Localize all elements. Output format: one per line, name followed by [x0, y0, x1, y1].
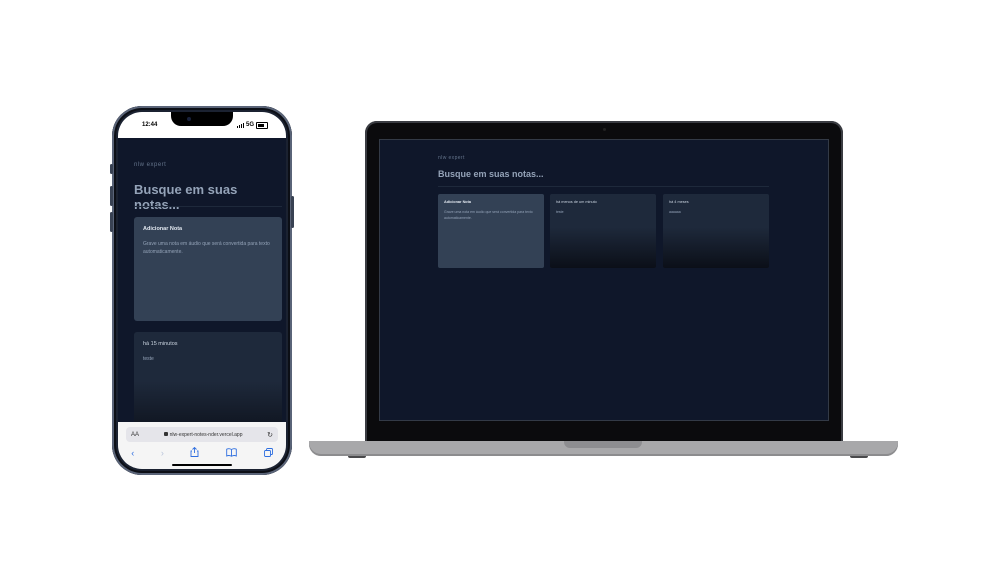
- note-card[interactable]: há menos de um minuto teste: [550, 194, 656, 268]
- battery-icon: [256, 121, 268, 129]
- phone-volume-down-button: [110, 212, 113, 232]
- back-icon[interactable]: ‹: [131, 448, 134, 458]
- phone-power-button: [291, 196, 294, 228]
- share-icon[interactable]: [190, 446, 199, 459]
- status-time: 12:44: [142, 122, 158, 128]
- url-value: nlw-expert-notes-nder.vercel.app: [169, 431, 243, 438]
- search-input[interactable]: Busque em suas notas...: [438, 169, 544, 179]
- camera: [602, 128, 606, 131]
- phone-side-button: [110, 164, 113, 174]
- laptop-base: [309, 441, 898, 456]
- note-date: há 15 minutos: [143, 341, 178, 347]
- dynamic-notch: [171, 112, 233, 126]
- reader-settings-button[interactable]: AA: [131, 432, 139, 438]
- lock-icon: [163, 431, 168, 436]
- safari-bar: AA nlw-expert-notes-nder.vercel.app ↻ ‹ …: [118, 422, 286, 469]
- note-content: teste: [143, 356, 154, 362]
- app-logo: nlw expert: [438, 155, 465, 161]
- add-note-title: Adicionar Nota: [444, 200, 472, 204]
- note-date: há menos de um minuto: [556, 200, 597, 204]
- divider: [134, 206, 282, 207]
- url-text: nlw-expert-notes-nder.vercel.app: [143, 431, 263, 438]
- home-indicator: [172, 464, 232, 466]
- forward-icon[interactable]: ›: [161, 448, 164, 458]
- laptop-foot: [850, 456, 868, 458]
- note-card[interactable]: há 15 minutos teste: [134, 332, 282, 422]
- bookmarks-icon[interactable]: [226, 447, 237, 459]
- network-label: 5G: [245, 122, 254, 128]
- note-content: aaaaaa: [669, 210, 681, 214]
- laptop-opening-notch: [564, 441, 642, 448]
- search-input[interactable]: Busque em suas notas...: [134, 182, 286, 212]
- phone-volume-up-button: [110, 186, 113, 206]
- tabs-icon[interactable]: [263, 447, 273, 459]
- divider: [438, 186, 769, 187]
- signal-icon: [236, 122, 244, 128]
- laptop-foot: [348, 456, 366, 458]
- add-note-description: Grave uma nota em áudio que será convert…: [143, 241, 270, 255]
- safari-toolbar: ‹ ›: [118, 446, 286, 460]
- note-date: há 4 meses: [669, 200, 689, 204]
- phone-mockup: 12:44 5G nlw expert Busque em suas notas…: [110, 106, 294, 475]
- phone-screen: 12:44 5G nlw expert Busque em suas notas…: [118, 112, 286, 469]
- app-logo: nlw expert: [134, 162, 167, 168]
- note-card[interactable]: há 4 meses aaaaaa: [663, 194, 769, 268]
- laptop-screen: nlw expert Busque em suas notas... Adici…: [380, 140, 828, 420]
- status-icons: 5G: [236, 121, 268, 129]
- status-bar: 12:44 5G: [118, 112, 286, 138]
- address-bar[interactable]: AA nlw-expert-notes-nder.vercel.app ↻: [126, 427, 278, 442]
- note-content: teste: [556, 210, 564, 214]
- laptop-lid: nlw expert Busque em suas notas... Adici…: [365, 121, 843, 443]
- add-note-title: Adicionar Nota: [143, 226, 183, 232]
- mobile-app: nlw expert Busque em suas notas... Adici…: [118, 138, 286, 422]
- add-note-description: Grave uma nota em áudio que será convert…: [444, 210, 533, 220]
- reload-icon[interactable]: ↻: [267, 431, 273, 439]
- add-note-card[interactable]: Adicionar Nota Grave uma nota em áudio q…: [438, 194, 544, 268]
- add-note-card[interactable]: Adicionar Nota Grave uma nota em áudio q…: [134, 217, 282, 321]
